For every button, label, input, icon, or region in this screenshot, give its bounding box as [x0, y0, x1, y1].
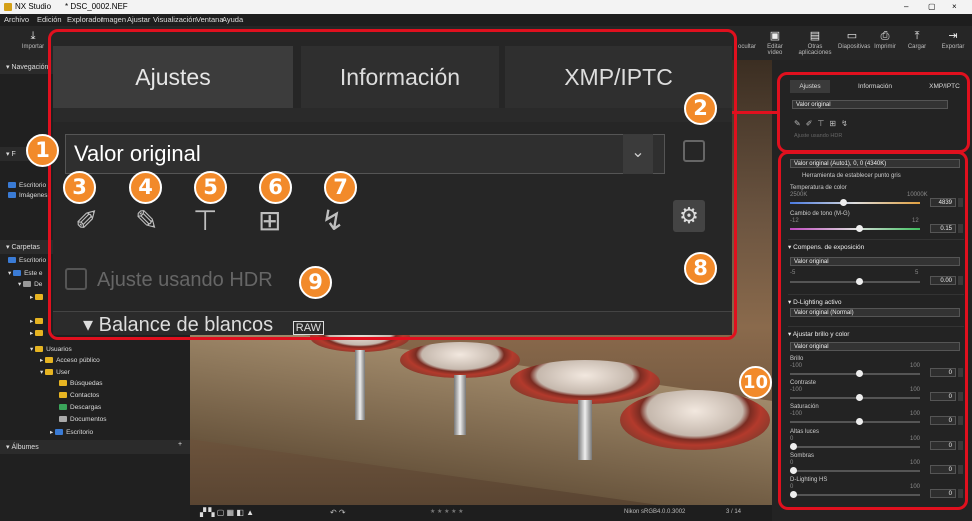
callout-2: 2 — [684, 92, 717, 125]
pc-icon — [13, 270, 22, 276]
callout-1: 1 — [26, 134, 59, 167]
stool-pole — [355, 350, 365, 420]
callout-3: 3 — [63, 171, 96, 204]
hide-icon — [733, 26, 761, 44]
folder-icon — [35, 318, 44, 324]
callout-6: 6 — [259, 171, 292, 204]
rotate-icons[interactable]: ↶ ↷ — [330, 508, 346, 517]
apps-icon: ▤ — [809, 30, 821, 42]
menu-bar: Archivo Edición Explorador Imagen Ajusta… — [0, 14, 972, 26]
tree-user[interactable]: ▾ User — [40, 368, 70, 376]
menu-ayuda[interactable]: Ayuda — [222, 15, 243, 24]
stool-pole — [578, 400, 592, 460]
app-title: NX Studio — [15, 2, 52, 11]
folder-icon — [35, 346, 44, 352]
highlight-adjustments-panel — [778, 151, 968, 510]
tree-drive[interactable]: ▾ De — [18, 280, 42, 288]
folders-header[interactable]: ▾ Carpetas — [0, 240, 55, 254]
menu-edicion[interactable]: Edición — [37, 15, 62, 24]
tree-folder[interactable]: ▸ — [30, 293, 46, 301]
export-button[interactable]: ⇥ Exportar — [938, 26, 968, 60]
view-mode-icons[interactable]: ▞ ▚ ▢ ▦ ◧ ▲ — [200, 508, 254, 517]
callout-10: 10 — [739, 366, 772, 399]
tree-desktop[interactable]: Escritorio — [8, 257, 46, 264]
slideshow-button[interactable]: ▭ Diapositivas — [838, 26, 870, 60]
import-button[interactable]: ⤓ Importar — [18, 26, 48, 60]
drive-icon — [23, 281, 32, 287]
print-button[interactable]: ⎙ Imprimir — [872, 26, 898, 60]
highlight-top-panel — [777, 72, 970, 153]
add-album-icon[interactable]: + — [178, 441, 182, 448]
menu-archivo[interactable]: Archivo — [4, 15, 29, 24]
file-title: * DSC_0002.NEF — [65, 2, 128, 11]
images-icon — [8, 192, 16, 198]
menu-visualizacion[interactable]: Visualización — [153, 15, 197, 24]
tree-downloads[interactable]: Descargas — [59, 404, 101, 411]
tree-contacts[interactable]: Contactos — [59, 392, 99, 399]
title-bar: NX Studio * DSC_0002.NEF – ▢ × — [0, 0, 972, 14]
tree-folder[interactable]: ▸ — [30, 317, 46, 325]
stool-pole — [454, 375, 466, 435]
callout-9: 9 — [299, 266, 332, 299]
video-icon: ▣ — [769, 30, 781, 42]
hide-button[interactable]: ocultar — [733, 26, 761, 60]
menu-imagen[interactable]: Imagen — [101, 15, 126, 24]
callout-8: 8 — [684, 252, 717, 285]
stool-seat — [620, 390, 770, 450]
maximize-button[interactable]: ▢ — [928, 2, 936, 11]
document-icon — [59, 416, 67, 422]
rating-stars[interactable]: ★ ★ ★ ★ ★ — [430, 508, 464, 515]
color-profile: Nikon sRGB4.0.0.3002 — [624, 509, 686, 515]
desktop-icon — [55, 429, 64, 435]
other-apps-button[interactable]: ▤ Otras aplicaciones — [792, 26, 838, 60]
favorite-images[interactable]: Imágenes — [8, 192, 48, 199]
menu-explorador[interactable]: Explorador — [67, 15, 103, 24]
callout-7: 7 — [324, 171, 357, 204]
folder-icon — [59, 380, 67, 386]
tree-searches[interactable]: Búsquedas — [59, 380, 103, 387]
upload-icon: ⤒ — [914, 30, 920, 42]
tree-folder[interactable]: ▸ — [30, 329, 46, 337]
import-icon: ⤓ — [30, 30, 36, 42]
callout-4: 4 — [129, 171, 162, 204]
nx-studio-app-icon — [4, 3, 12, 11]
tree-public[interactable]: ▸ Acceso público — [40, 356, 100, 364]
bottom-bar: ▞ ▚ ▢ ▦ ◧ ▲ ↶ ↷ ★ ★ ★ ★ ★ Nikon sRGB4.0.… — [190, 505, 772, 521]
albums-header[interactable]: ▾ Álbumes + — [0, 440, 190, 454]
folder-icon — [35, 294, 44, 300]
download-icon — [59, 404, 67, 410]
menu-ajustar[interactable]: Ajustar — [127, 15, 150, 24]
menu-ventana[interactable]: Ventana — [196, 15, 224, 24]
close-button[interactable]: × — [952, 2, 957, 11]
folder-icon — [59, 392, 67, 398]
favorite-desktop[interactable]: Escritorio — [8, 182, 46, 189]
folder-icon — [35, 330, 44, 336]
tree-this-pc[interactable]: ▾ Este e — [8, 269, 43, 277]
desktop-icon — [8, 257, 16, 263]
folder-icon — [45, 357, 54, 363]
tree-desktop-user[interactable]: ▸ Escritorio — [50, 428, 93, 436]
edit-video-button[interactable]: ▣ Editar vídeo — [762, 26, 788, 60]
stool-seat — [400, 342, 520, 378]
export-icon: ⇥ — [948, 30, 958, 42]
folder-icon — [45, 369, 54, 375]
minimize-button[interactable]: – — [904, 2, 908, 11]
print-icon: ⎙ — [880, 30, 890, 42]
callout-5: 5 — [194, 171, 227, 204]
stool-seat — [510, 360, 660, 404]
tree-documents[interactable]: Documentos — [59, 416, 107, 423]
slideshow-icon: ▭ — [846, 30, 858, 42]
page-indicator: 3 / 14 — [726, 509, 742, 515]
upload-button[interactable]: ⤒ Cargar — [904, 26, 930, 60]
desktop-icon — [8, 182, 16, 188]
tree-users[interactable]: ▾ Usuarios — [30, 345, 72, 353]
